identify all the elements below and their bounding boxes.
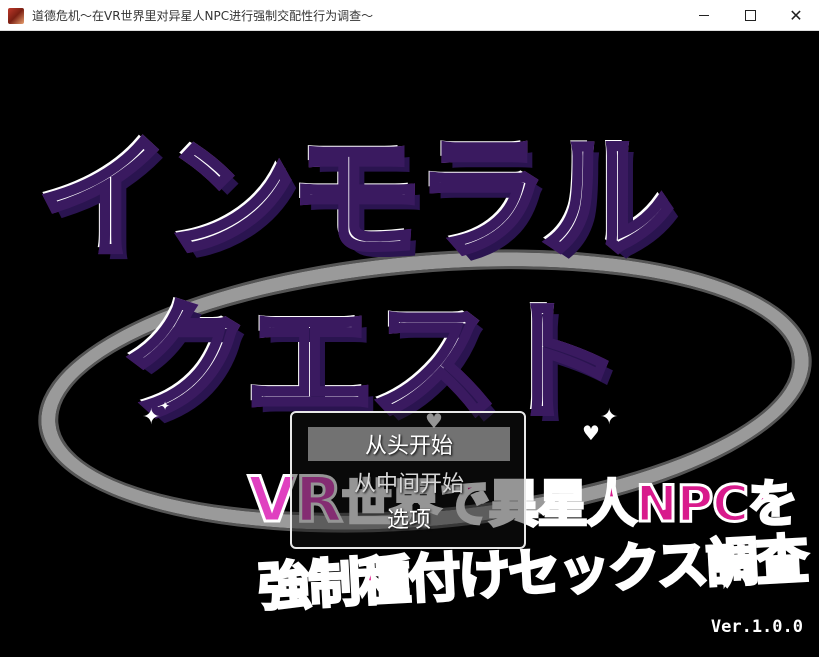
menu-item-options[interactable]: 选项 [308, 501, 510, 535]
title-bar[interactable]: 道德危机～在VR世界里对异星人NPC进行强制交配性行为调查～ ✕ [0, 0, 819, 31]
sparkle-icon: ✦ [142, 405, 161, 430]
close-icon: ✕ [789, 5, 803, 25]
title-menu: 从头开始 从中间开始 选项 [290, 411, 526, 549]
version-label: Ver.1.0.0 [710, 617, 803, 637]
minimize-icon [699, 15, 709, 16]
window-title: 道德危机～在VR世界里对异星人NPC进行强制交配性行为调查～ [32, 9, 374, 23]
minimize-button[interactable] [681, 0, 727, 31]
heart-icon: ♥ [582, 421, 600, 445]
close-button[interactable]: ✕ [773, 0, 819, 31]
game-window: 道德危机～在VR世界里对异星人NPC进行强制交配性行为调查～ ✕ インモラル ク… [0, 0, 819, 657]
maximize-button[interactable] [727, 0, 773, 31]
sparkle-icon: ✦ [600, 405, 619, 430]
menu-item-new-game[interactable]: 从头开始 [308, 427, 510, 461]
maximize-icon [744, 10, 756, 21]
menu-item-continue[interactable]: 从中间开始 [308, 465, 510, 499]
game-app-icon[interactable] [8, 8, 24, 24]
logo-title-line1: インモラル [35, 93, 677, 284]
game-canvas[interactable]: インモラル クエスト ✦ ✦ ♥ ♥ ✦ VR世界で異星人NPCを 強制種付けセ… [0, 31, 819, 657]
sparkle-icon: ✦ [160, 399, 171, 413]
